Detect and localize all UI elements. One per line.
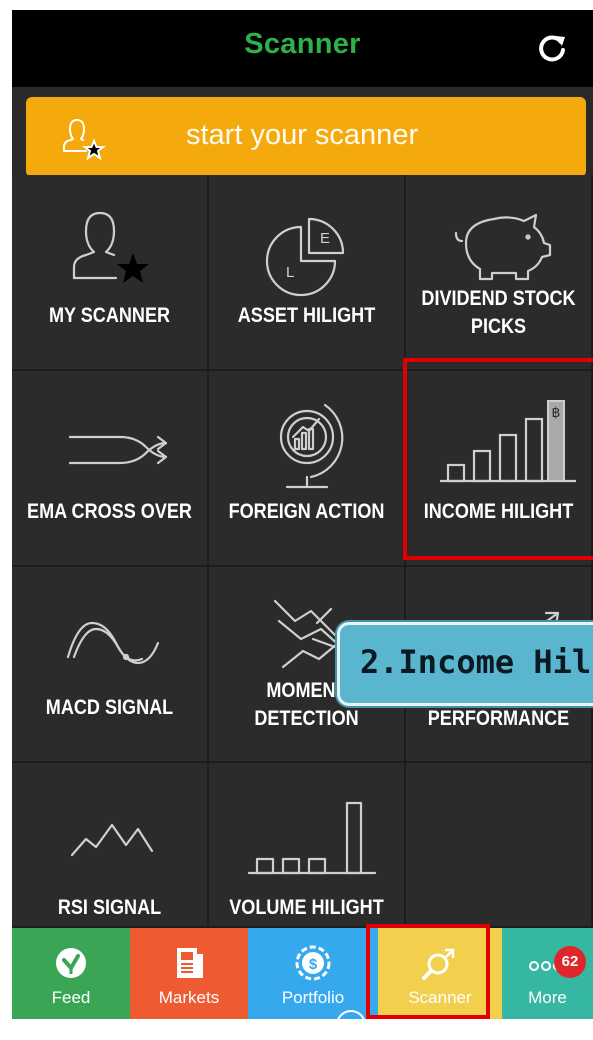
tab-label: More: [528, 988, 567, 1007]
crossover-icon: [68, 435, 168, 465]
user-star-icon: [72, 211, 149, 283]
tab-markets[interactable]: Markets: [130, 928, 248, 1019]
tab-label: Scanner: [408, 988, 472, 1007]
tile-label: INCOME HILIGHT: [423, 500, 574, 523]
my-scanner-tile[interactable]: MY SCANNER: [12, 175, 209, 371]
feed-icon: [56, 948, 86, 978]
globe-chart-icon: [279, 403, 344, 489]
dividend-stock-picks-tile[interactable]: DIVIDEND STOCK PICKS: [406, 175, 593, 371]
notification-badge: 62: [554, 946, 586, 978]
user-star-icon: [63, 119, 106, 161]
macd-signal-tile[interactable]: MACD SIGNAL: [12, 567, 209, 763]
tab-portfolio[interactable]: $ Portfolio: [248, 928, 378, 1019]
markets-icon: [177, 948, 203, 978]
tile-label: ASSET HILIGHT: [237, 304, 376, 327]
income-hilight-tile[interactable]: ฿ INCOME HILIGHT: [406, 371, 593, 567]
home-indicator: [336, 1010, 366, 1040]
tile-label: FOREIGN ACTION: [228, 500, 385, 523]
tab-label: Markets: [158, 988, 220, 1007]
svg-text:E: E: [320, 230, 330, 247]
zigzag-icon: [70, 823, 154, 857]
tile-label-line2: PICKS: [470, 315, 527, 338]
tile-label: MACD SIGNAL: [45, 696, 174, 719]
scanner-grid: MY SCANNER L E ASSET HILIGHT DIVIDEND ST…: [12, 175, 593, 928]
tile-label-line2: DETECTION: [254, 707, 359, 730]
wave-icon: [66, 621, 160, 665]
tab-label: Portfolio: [281, 988, 345, 1007]
empty-tile: [406, 763, 593, 928]
page-title: Scanner: [244, 28, 361, 60]
tile-label: RSI SIGNAL: [57, 896, 162, 919]
income-bars-icon: ฿: [440, 400, 576, 483]
portfolio-icon: $: [295, 945, 331, 981]
tile-label: MY SCANNER: [48, 304, 171, 327]
rsi-signal-tile[interactable]: RSI SIGNAL: [12, 763, 209, 928]
tab-bar: Feed Markets $ Portfolio Scanner More: [12, 928, 593, 1019]
annotation-callout: 2.Income Hili: [337, 622, 593, 706]
volume-bars-icon: [247, 801, 377, 875]
volume-hilight-tile[interactable]: VOLUME HILIGHT: [209, 763, 406, 928]
foreign-action-tile[interactable]: FOREIGN ACTION: [209, 371, 406, 567]
svg-text:L: L: [286, 264, 294, 281]
callout-text: 2.Income Hili: [360, 643, 593, 681]
asset-hilight-tile[interactable]: L E ASSET HILIGHT: [209, 175, 406, 371]
start-area: start your scanner: [12, 87, 593, 177]
refresh-icon[interactable]: [532, 28, 572, 68]
pie-chart-icon: L E: [265, 217, 345, 297]
ema-cross-over-tile[interactable]: EMA CROSS OVER: [12, 371, 209, 567]
start-scanner-label: start your scanner: [186, 119, 419, 151]
tile-label: EMA CROSS OVER: [27, 500, 192, 523]
tab-scanner[interactable]: Scanner: [378, 928, 502, 1019]
tile-label-line1: DIVIDEND STOCK: [421, 287, 576, 310]
start-scanner-button[interactable]: start your scanner: [26, 97, 586, 177]
tab-label: Feed: [51, 988, 91, 1007]
header-bar: Scanner: [12, 10, 593, 87]
tab-feed[interactable]: Feed: [12, 928, 130, 1019]
tile-label: VOLUME HILIGHT: [229, 896, 384, 919]
scanner-icon: [422, 948, 455, 980]
tile-label: PERFORMANCE: [427, 707, 570, 730]
baht-symbol: ฿: [552, 405, 561, 421]
svg-text:$: $: [309, 956, 318, 973]
app-screen: Scanner start your scanner MY SCANNER L …: [12, 10, 593, 1019]
